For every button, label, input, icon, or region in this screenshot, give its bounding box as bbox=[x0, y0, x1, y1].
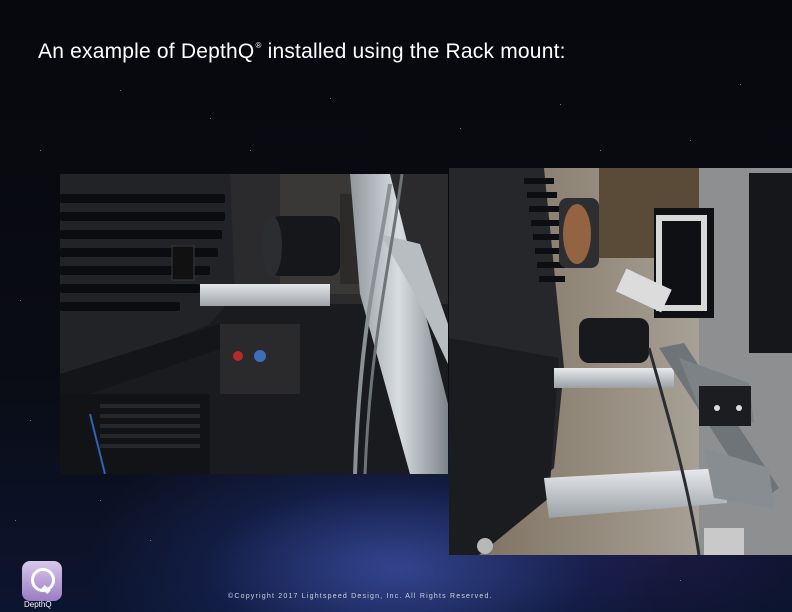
slide-title: An example of DepthQ® installed using th… bbox=[38, 40, 566, 63]
depthq-logo-icon bbox=[22, 561, 62, 601]
photo-right-illustration bbox=[449, 168, 792, 555]
slide: An example of DepthQ® installed using th… bbox=[0, 0, 792, 612]
copyright-footer: ©Copyright 2017 Lightspeed Design, Inc. … bbox=[228, 593, 493, 600]
rack-mount-photo-right bbox=[449, 168, 792, 555]
rack-mount-photo-left bbox=[60, 174, 448, 474]
logo-text: DepthQ bbox=[24, 600, 52, 609]
photo-left-illustration bbox=[60, 174, 448, 474]
